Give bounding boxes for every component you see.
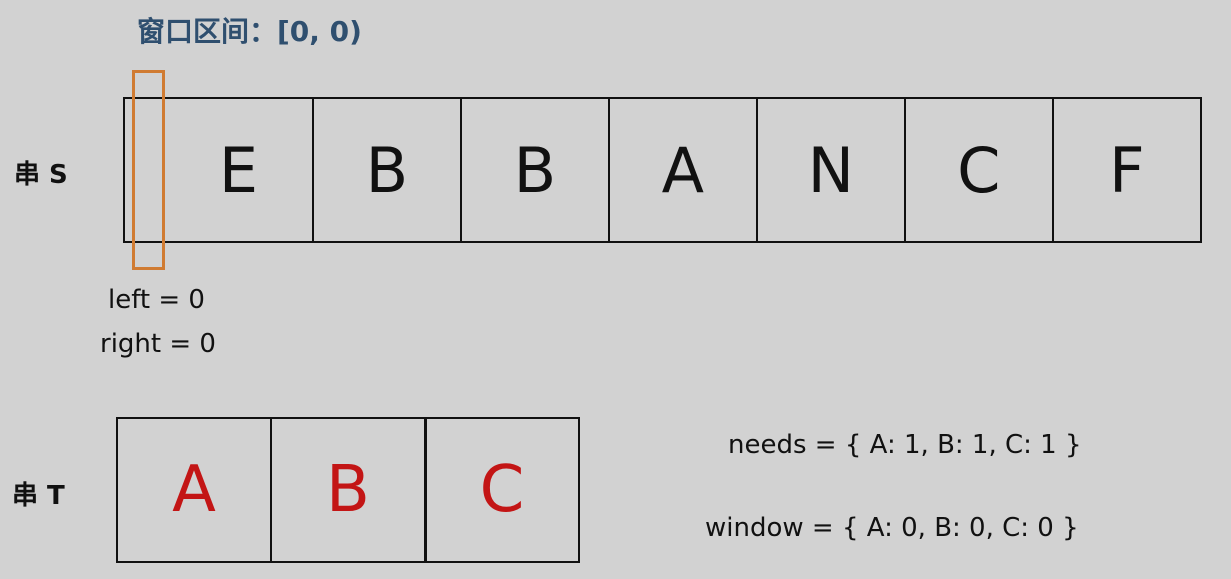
t-cell-c: C — [424, 417, 580, 563]
s-cell-c: C — [903, 97, 1055, 243]
s-cell-e: E — [162, 97, 315, 243]
s-cell-f: F — [1051, 97, 1203, 243]
t-cell-a: A — [116, 417, 272, 563]
s-cell-n: N — [755, 97, 907, 243]
string-s-label: 串 S — [14, 160, 68, 190]
s-cell-a: A — [607, 97, 759, 243]
string-s-cells: E B B A N C F — [123, 97, 1203, 243]
window-highlight-box — [132, 70, 165, 270]
s-cell-b1: B — [311, 97, 463, 243]
t-cell-b: B — [269, 417, 427, 563]
left-pointer-label: left = 0 — [108, 285, 205, 315]
string-t-label: 串 T — [12, 481, 65, 511]
window-map-text: window = { A: 0, B: 0, C: 0 } — [705, 513, 1079, 543]
string-t-cells: A B C — [116, 417, 580, 563]
window-interval-title: 窗口区间：[0, 0) — [137, 15, 362, 48]
needs-map-text: needs = { A: 1, B: 1, C: 1 } — [728, 430, 1082, 460]
right-pointer-label: right = 0 — [100, 329, 216, 359]
s-cell-b2: B — [459, 97, 611, 243]
